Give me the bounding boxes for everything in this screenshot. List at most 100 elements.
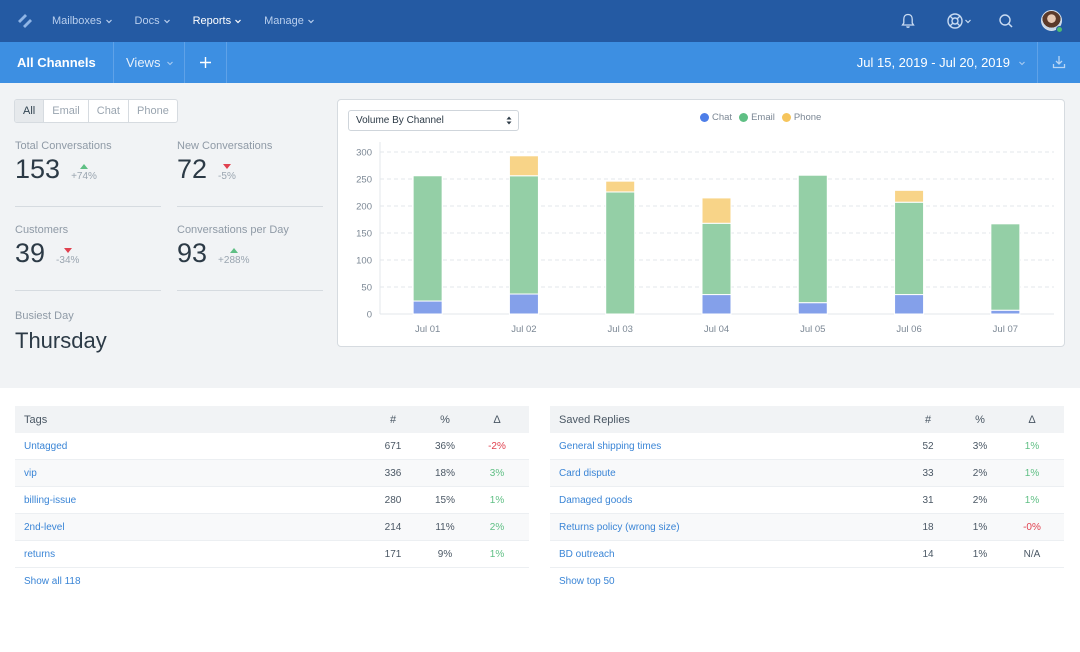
table-row: BD outreach 14 1% N/A (550, 541, 1064, 568)
bar-chat (508, 293, 539, 315)
add-view-button[interactable] (198, 55, 213, 70)
bell-icon[interactable] (898, 11, 918, 31)
filter-all[interactable]: All (15, 100, 45, 122)
row-name-link[interactable]: billing-issue (24, 495, 76, 506)
filter-email[interactable]: Email (44, 100, 89, 122)
header-percent: % (440, 413, 450, 426)
row-percent: 11% (435, 521, 455, 533)
main-menu: Mailboxes Docs Reports Manage (52, 0, 337, 42)
helpscout-logo-icon[interactable] (16, 12, 34, 30)
table-body: Untagged 671 36% -2% vip 336 18% 3% billing-issu… (15, 433, 529, 568)
header-percent: % (975, 413, 985, 426)
stat-customers: Customers 39 -34% (15, 224, 161, 291)
filter-phone[interactable]: Phone (129, 100, 177, 122)
help-menu[interactable] (946, 11, 972, 31)
x-tick-label: Jul 05 (800, 324, 825, 335)
row-percent: 9% (437, 548, 453, 560)
divider (15, 206, 161, 207)
row-delta-cell: -2% (471, 441, 523, 452)
divider (1037, 42, 1038, 83)
row-count: 31 (922, 494, 934, 506)
y-tick-label: 250 (356, 175, 372, 186)
divider (177, 206, 323, 207)
nav-manage[interactable]: Manage (264, 15, 315, 27)
row-percent: 18% (434, 467, 455, 479)
table-row: Card dispute 33 2% 1% (550, 460, 1064, 487)
row-count-cell: 52 (902, 441, 954, 452)
row-name-link[interactable]: vip (24, 468, 37, 479)
stat-value: 72 (177, 154, 208, 184)
row-name-link[interactable]: 2nd-level (24, 522, 65, 533)
views-label: Views (126, 55, 161, 70)
row-count-cell: 14 (902, 549, 954, 560)
y-tick-label: 150 (356, 229, 372, 240)
row-delta-cell: N/A (1006, 549, 1058, 560)
bar-chat (412, 300, 443, 315)
stat-label: Customers (15, 224, 69, 236)
row-name-link[interactable]: Damaged goods (559, 495, 632, 506)
channel-filter: All Email Chat Phone (14, 99, 178, 123)
stat-label: New Conversations (177, 140, 273, 152)
nav-reports[interactable]: Reports (193, 15, 243, 27)
row-percent-cell: 2% (954, 495, 1006, 506)
bar-email (412, 175, 443, 302)
nav-mailboxes[interactable]: Mailboxes (52, 15, 113, 27)
chevron-down-icon (105, 19, 112, 24)
trend-down-icon (63, 248, 72, 253)
row-delta: 2% (489, 521, 505, 533)
row-percent-cell: 2% (954, 468, 1006, 479)
row-name-link[interactable]: BD outreach (559, 549, 615, 560)
row-delta-cell: 1% (471, 549, 523, 560)
report-toolbar: All Channels Views Jul 15, 2019 - Jul 20… (0, 42, 1080, 83)
show-all-tags-link[interactable]: Show all 118 (15, 568, 529, 595)
row-name-link[interactable]: General shipping times (559, 441, 661, 452)
y-tick-label: 0 (367, 310, 372, 321)
row-count-cell: 336 (367, 468, 419, 479)
stat-conversations-per-day: Conversations per Day 93 +288% (177, 224, 323, 291)
stat-delta-value: -34% (56, 255, 80, 266)
row-count-cell: 18 (902, 522, 954, 533)
row-name-link[interactable]: Card dispute (559, 468, 616, 479)
row-percent-cell: 3% (954, 441, 1006, 452)
stat-delta-value: +74% (71, 171, 97, 182)
x-tick-label: Jul 02 (511, 324, 536, 335)
table-row: Damaged goods 31 2% 1% (550, 487, 1064, 514)
views-dropdown[interactable]: Views (126, 55, 174, 70)
row-delta-cell: 1% (1006, 441, 1058, 452)
row-name-link[interactable]: returns (24, 549, 55, 560)
stat-delta: +74% (71, 164, 97, 184)
stat-delta: -5% (218, 164, 236, 184)
row-count: 52 (922, 440, 934, 452)
row-delta: 1% (1024, 467, 1040, 479)
row-name-link-cell: BD outreach (550, 549, 902, 560)
row-count-cell: 671 (367, 441, 419, 452)
chevron-down-icon (1019, 61, 1025, 65)
nav-docs-label: Docs (134, 15, 160, 27)
nav-reports-label: Reports (192, 15, 232, 27)
trend-down-icon (222, 164, 231, 169)
nav-docs[interactable]: Docs (135, 15, 171, 27)
divider (184, 42, 185, 83)
row-name-link[interactable]: Untagged (24, 441, 67, 452)
table-body: General shipping times 52 3% 1% Card dispute… (550, 433, 1064, 568)
row-name-link[interactable]: Returns policy (wrong size) (559, 522, 680, 533)
row-delta-cell: 3% (471, 468, 523, 479)
trend-up-icon (229, 248, 238, 253)
row-count: 171 (384, 548, 402, 560)
row-delta: 1% (489, 548, 505, 560)
search-icon[interactable] (996, 11, 1016, 31)
row-name-link-cell: billing-issue (15, 495, 367, 506)
chevron-down-icon (307, 19, 314, 24)
download-icon[interactable] (1051, 54, 1067, 70)
x-tick-label: Jul 03 (608, 324, 633, 335)
show-top-replies-link[interactable]: Show top 50 (550, 568, 1064, 595)
date-range-picker[interactable]: Jul 15, 2019 - Jul 20, 2019 (857, 55, 1026, 70)
table-row: 2nd-level 214 11% 2% (15, 514, 529, 541)
volume-chart-card: Volume By Channel Chat Email Phone 0 50 10… (337, 99, 1065, 347)
table-header: Saved Replies # % Δ (550, 406, 1064, 433)
bar-email (797, 174, 828, 304)
stat-value: Thursday (15, 328, 107, 353)
row-delta: 1% (1024, 494, 1040, 506)
nav-manage-label: Manage (264, 15, 304, 27)
filter-chat[interactable]: Chat (89, 100, 129, 122)
